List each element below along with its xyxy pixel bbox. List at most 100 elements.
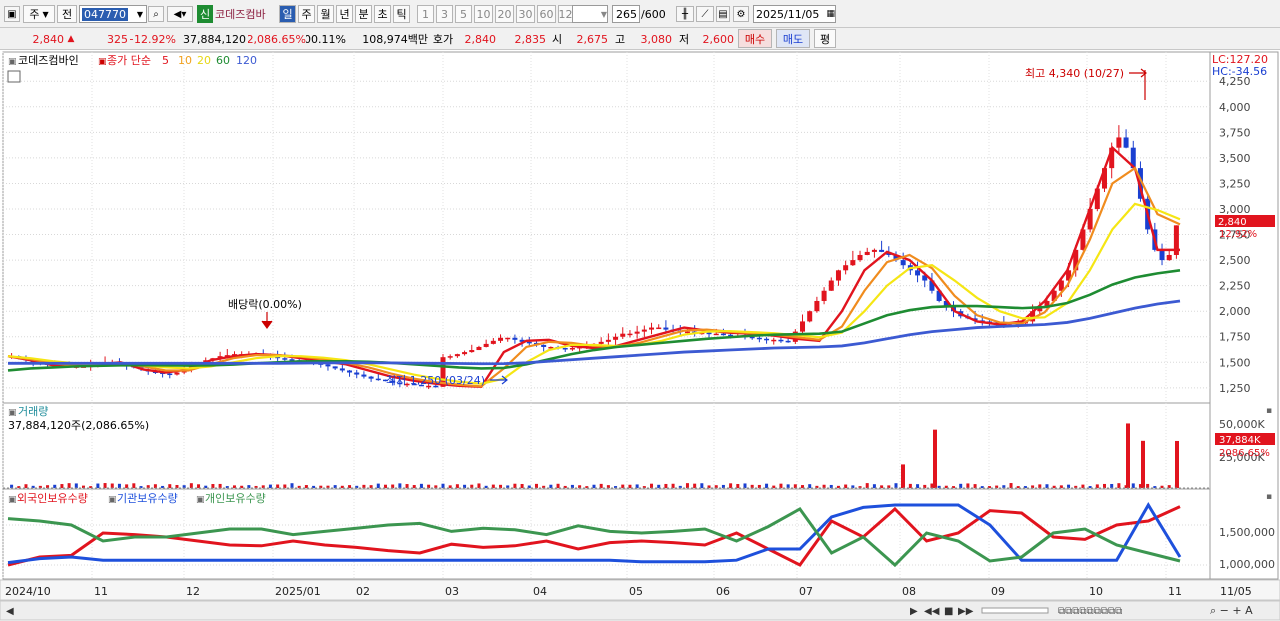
search-icon[interactable]: ⌕ <box>148 6 164 22</box>
x-tick-label: 12 <box>186 585 200 598</box>
holdings-tick-1500000: 1,500,000 <box>1219 526 1275 539</box>
volume-bar <box>1110 483 1114 488</box>
volume-spike-bar <box>933 429 937 488</box>
chevron-down-icon: ▼ <box>600 9 607 19</box>
price-tick: 3,750 <box>1219 126 1251 139</box>
rewind-icon[interactable]: ◀◀ <box>924 606 940 617</box>
buy-button[interactable]: 매수 <box>738 29 772 48</box>
candle-body <box>375 378 381 381</box>
legend-ma120: 120 <box>236 54 257 67</box>
chevron-down-icon[interactable]: ▼ <box>134 7 146 21</box>
x-tick-label: 08 <box>902 585 916 598</box>
volume-bar <box>1117 483 1121 488</box>
pane-stock-name: 코데즈컴바인 <box>18 54 79 67</box>
candle-body <box>828 280 834 291</box>
candle-body <box>368 376 374 379</box>
candle-body <box>785 340 791 343</box>
period-5[interactable]: 초 <box>374 5 391 23</box>
play-icon[interactable]: ▶ <box>910 606 918 617</box>
zoom-slider[interactable] <box>981 607 1049 614</box>
minute-60[interactable]: 60 <box>537 5 556 23</box>
legend-bullet: ▣ <box>8 408 17 418</box>
change-value: 325 <box>107 32 128 46</box>
calendar-icon: ▦ <box>826 9 835 19</box>
x-tick-label: 10 <box>1089 585 1103 598</box>
volume-bar <box>685 483 689 488</box>
high-price: 3,080 <box>640 32 673 46</box>
volume-bar <box>621 484 625 488</box>
x-tick-label: 2025/01 <box>275 585 321 598</box>
sell-button[interactable]: 매도 <box>776 29 810 48</box>
stock-code-value: 047770 <box>82 7 128 21</box>
stop-icon[interactable]: ■ <box>944 606 953 617</box>
prev-button[interactable]: 전 <box>57 5 77 23</box>
price-tick: 1,750 <box>1219 331 1251 344</box>
volume-bar <box>211 484 215 488</box>
volume-bar <box>197 484 201 488</box>
volume-bar <box>218 483 222 488</box>
minute-1[interactable]: 1 <box>417 5 434 23</box>
volume-current-tag-text: 37,884K <box>1219 435 1261 446</box>
hc-value: HC:-34.56 <box>1212 65 1267 78</box>
volume-bar <box>872 484 876 488</box>
minute-20[interactable]: 20 <box>495 5 514 23</box>
legend-bullet: ▣ <box>98 57 107 67</box>
period-4[interactable]: 분 <box>355 5 372 23</box>
speaker-icon[interactable]: ◀▾ <box>167 6 193 22</box>
forward-icon[interactable]: ▶▶ <box>958 606 974 617</box>
x-tick-label: 11 <box>94 585 108 598</box>
date-value: 2025/11/05 <box>756 7 820 21</box>
period-0[interactable]: 일 <box>279 5 296 23</box>
candle-body <box>807 311 813 322</box>
minute-30[interactable]: 30 <box>516 5 535 23</box>
draw-line-icon[interactable]: ⟋ <box>696 6 714 22</box>
candle-body <box>900 260 906 266</box>
price-tick: 3,500 <box>1219 152 1251 165</box>
candle-icon[interactable]: ╫ <box>676 6 694 22</box>
candle-body <box>835 270 841 281</box>
type-combo[interactable]: 주 ▼ <box>23 5 55 23</box>
chart-tools-icon[interactable]: ⧉⧉⧉⧉⧉⧉⧉⧉⧉ <box>1058 606 1122 617</box>
candle-body <box>462 352 468 355</box>
hoga-bid: 2,835 <box>514 32 547 46</box>
period-6[interactable]: 틱 <box>393 5 410 23</box>
pane-close-icon[interactable]: ▪ <box>1266 406 1272 416</box>
hoga-ask: 2,840 <box>464 32 497 46</box>
candle-body <box>915 270 921 276</box>
period-3[interactable]: 년 <box>336 5 353 23</box>
gear-icon[interactable]: ⚙ <box>733 6 749 22</box>
turnover-rate: 00.11% <box>306 32 346 46</box>
x-tick-label: 07 <box>799 585 813 598</box>
volume-bar <box>736 483 740 488</box>
minute-custom-combo[interactable]: ▼ <box>572 5 608 23</box>
price-tick: 1,250 <box>1219 382 1251 395</box>
minute-10[interactable]: 10 <box>474 5 493 23</box>
save-icon[interactable]: ▤ <box>716 6 730 22</box>
volume-bar <box>491 484 495 488</box>
average-button[interactable]: 평 <box>814 29 836 48</box>
price-tick: 3,000 <box>1219 203 1251 216</box>
scroll-left-icon[interactable]: ◀ <box>6 606 14 617</box>
volume-bar <box>117 483 121 488</box>
new-badge: 신 <box>197 5 213 23</box>
volume-bar <box>966 483 970 488</box>
period-1[interactable]: 주 <box>298 5 315 23</box>
minute-5[interactable]: 5 <box>455 5 472 23</box>
minute-3[interactable]: 3 <box>436 5 453 23</box>
table-icon[interactable] <box>7 70 21 83</box>
date-input[interactable]: 2025/11/05 ▦ <box>753 5 836 23</box>
window-icon[interactable]: ▣ <box>4 6 20 22</box>
volume-bar <box>779 483 783 488</box>
volume-bar <box>916 484 920 488</box>
volume-bar <box>132 483 136 488</box>
zoom-search-icon[interactable]: ⌕ − + A <box>1210 604 1253 617</box>
volume-bar <box>635 484 639 488</box>
period-2[interactable]: 월 <box>317 5 334 23</box>
pane-close-icon[interactable]: ▪ <box>1266 492 1272 502</box>
candle-body <box>814 300 820 312</box>
candle-body <box>864 251 870 255</box>
volume-bar <box>153 484 157 488</box>
volume-spike-bar <box>1175 440 1179 488</box>
candle-body <box>447 356 453 358</box>
count-input[interactable]: 265 <box>612 5 640 23</box>
